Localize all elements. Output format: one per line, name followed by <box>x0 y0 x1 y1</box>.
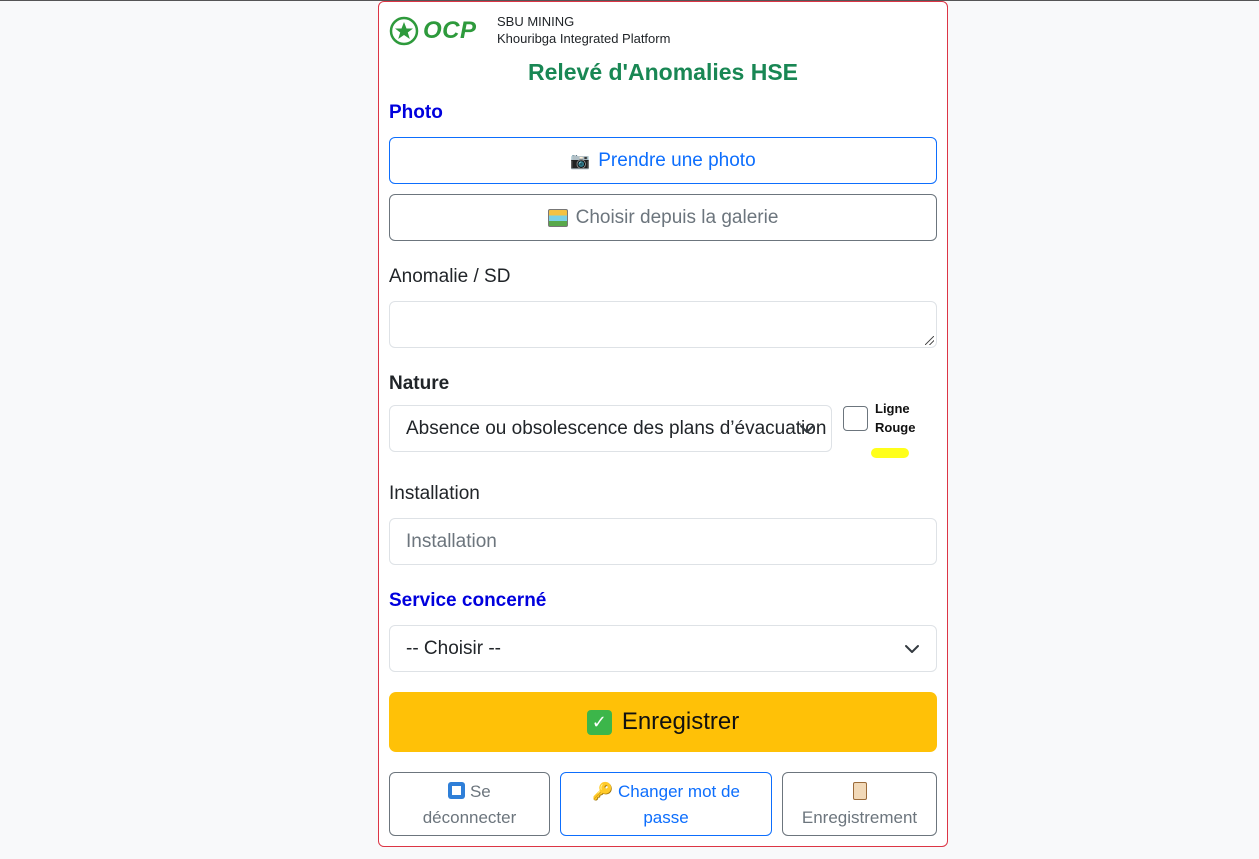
resize-handle-icon[interactable] <box>925 336 934 345</box>
ligne-rouge-highlight <box>871 448 909 458</box>
installation-input[interactable] <box>389 518 937 565</box>
org-line-2: Khouribga Integrated Platform <box>497 31 671 46</box>
ligne-rouge-label: Ligne Rouge <box>875 399 915 437</box>
camera-icon: 📷 <box>570 152 591 170</box>
organization-info: SBU MINING Khouribga Integrated Platform <box>497 13 670 47</box>
records-button[interactable]: Enregistrement <box>782 772 937 836</box>
stop-icon <box>448 782 466 799</box>
key-icon: 🔑 <box>592 782 614 801</box>
ocp-emblem-icon <box>389 16 419 46</box>
nature-label: Nature <box>389 373 450 394</box>
logout-button[interactable]: Se déconnecter <box>389 772 550 836</box>
check-mark-icon: ✓ <box>586 709 612 735</box>
take-photo-button[interactable]: 📷 Prendre une photo <box>389 137 937 184</box>
choose-gallery-label: Choisir depuis la galerie <box>575 206 779 228</box>
save-label: Enregistrer <box>621 708 740 735</box>
nature-select[interactable]: Absence ou obsolescence des plans d’évac… <box>389 405 832 452</box>
choose-gallery-button[interactable]: Choisir depuis la galerie <box>389 194 937 241</box>
anomalie-label: Anomalie / SD <box>389 266 511 287</box>
logout-label-2: déconnecter <box>422 808 517 827</box>
change-password-label-1: Changer mot de <box>618 782 740 801</box>
change-password-label-2: passe <box>643 808 689 827</box>
installation-label: Installation <box>389 483 480 504</box>
brand-name: OCP <box>423 17 477 44</box>
picture-icon <box>547 208 568 227</box>
chevron-down-icon <box>905 645 919 653</box>
ligne-rouge-label-line-1: Ligne <box>875 401 910 416</box>
clipboard-icon <box>852 782 867 800</box>
records-label: Enregistrement <box>801 808 918 827</box>
take-photo-label: Prendre une photo <box>598 149 756 171</box>
chevron-down-icon <box>800 425 814 433</box>
form-card: OCP SBU MINING Khouribga Integrated Plat… <box>378 1 948 847</box>
save-button[interactable]: ✓ Enregistrer <box>389 692 937 752</box>
page-title: Relevé d'Anomalies HSE <box>527 59 799 85</box>
logout-label-1: Se <box>469 782 491 801</box>
anomalie-textarea[interactable] <box>389 301 937 348</box>
org-line-1: SBU MINING <box>497 14 575 29</box>
photo-section-label: Photo <box>389 102 443 123</box>
service-selected-value: -- Choisir -- <box>406 637 501 659</box>
service-select[interactable]: -- Choisir -- <box>389 625 937 672</box>
change-password-button[interactable]: 🔑 Changer mot de passe <box>560 772 772 836</box>
service-label: Service concerné <box>389 590 547 611</box>
nature-selected-value: Absence ou obsolescence des plans d’évac… <box>406 417 827 439</box>
ocp-logo: OCP <box>389 16 477 46</box>
ligne-rouge-label-line-2: Rouge <box>875 420 916 435</box>
ligne-rouge-checkbox[interactable] <box>843 406 868 431</box>
